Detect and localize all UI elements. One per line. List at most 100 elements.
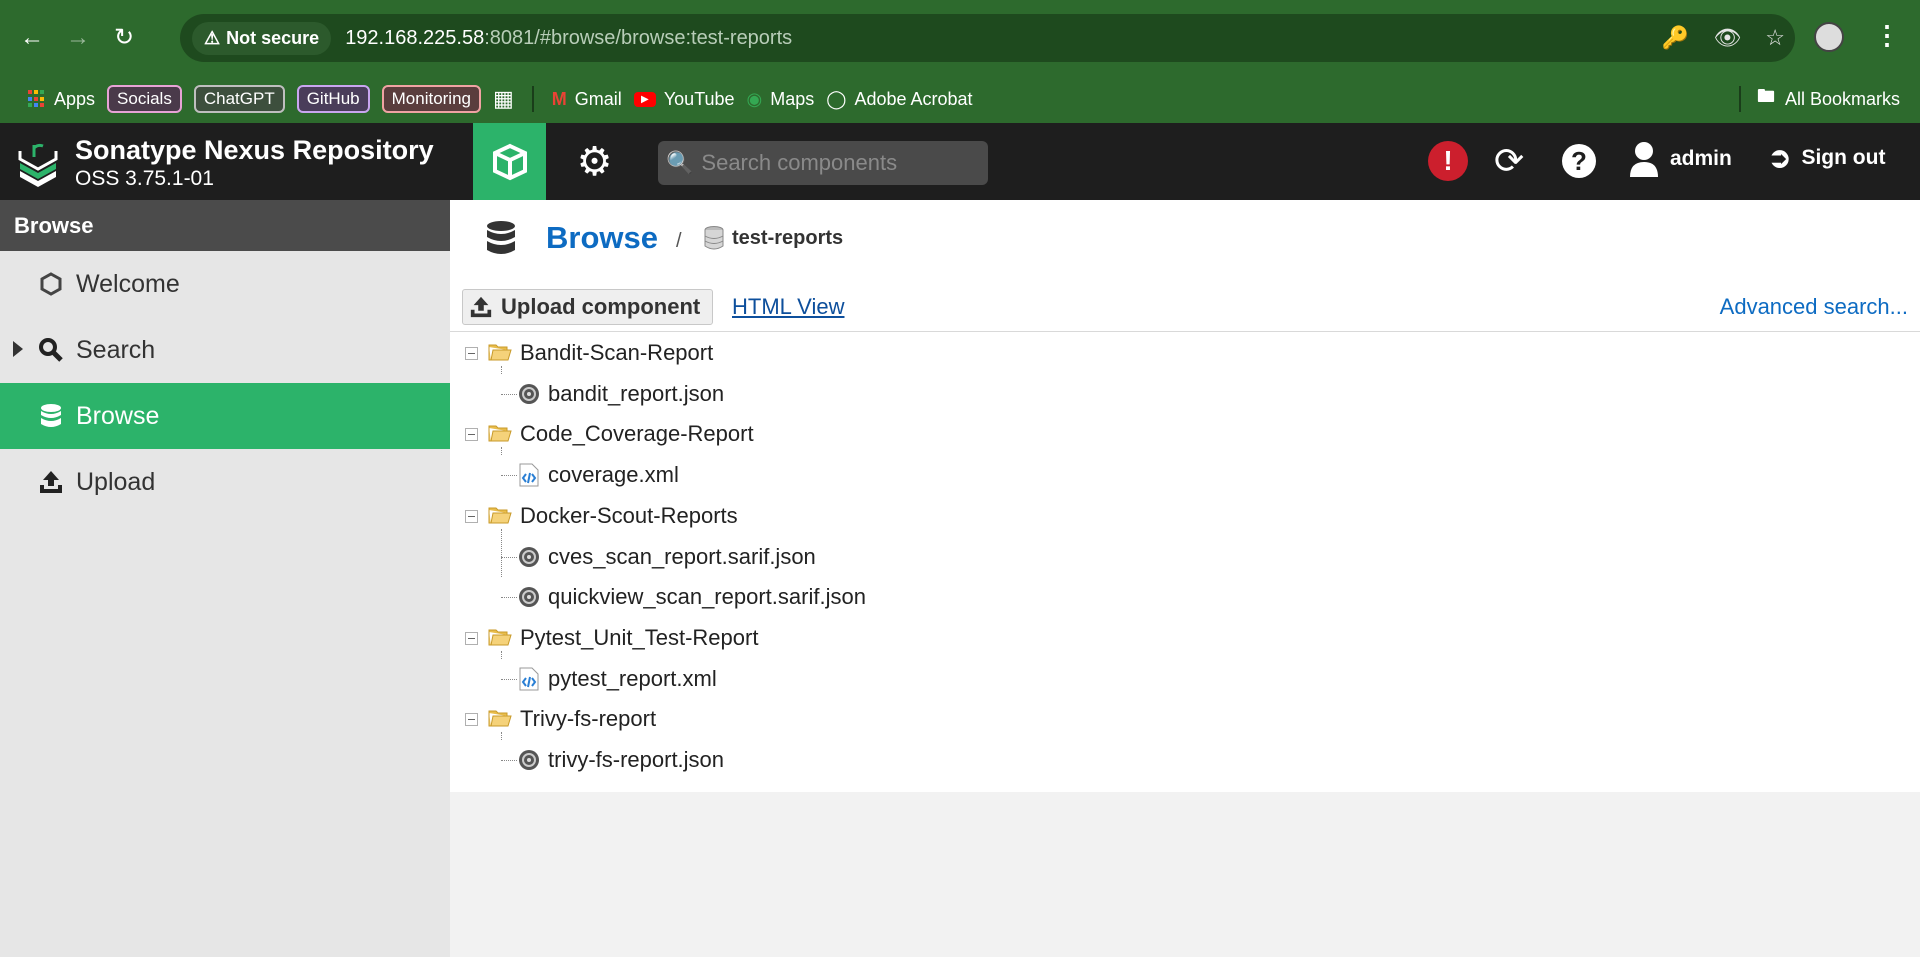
tree-file[interactable]: cves_scan_report.sarif.json	[518, 540, 816, 574]
xml-file-icon	[518, 667, 540, 691]
bookmark-label: GitHub	[306, 89, 360, 108]
security-chip[interactable]: ⚠ Not secure	[192, 21, 332, 55]
tree-file[interactable]: bandit_report.json	[518, 377, 724, 411]
expand-caret-icon[interactable]	[13, 341, 23, 357]
admin-mode-button[interactable]: ⚙	[558, 123, 631, 200]
browser-chrome: ← → ↻ ⚠ Not secure 192.168.225.58:8081/#…	[0, 0, 1920, 75]
sidebar-item-welcome[interactable]: Welcome	[0, 251, 450, 317]
bookmark-chatgpt[interactable]: ChatGPT	[193, 85, 285, 113]
empty-area	[450, 791, 1920, 957]
sign-out-label: Sign out	[1801, 145, 1886, 169]
sidebar-item-search[interactable]: Search	[0, 317, 450, 383]
json-file-icon	[518, 546, 540, 568]
help-icon[interactable]: ?	[1562, 144, 1596, 178]
main-panel: Browse / test-reports Upload component H…	[450, 200, 1920, 792]
all-bookmarks-label: All Bookmarks	[1784, 88, 1900, 109]
address-bar[interactable]: ⚠ Not secure 192.168.225.58:8081/#browse…	[180, 14, 1795, 62]
star-icon[interactable]: ☆	[1765, 25, 1785, 51]
sidebar-header: Browse	[0, 200, 450, 251]
bookmark-apps[interactable]: Apps	[28, 89, 95, 110]
search-icon: 🔍	[666, 150, 694, 175]
tree-folder[interactable]: Pytest_Unit_Test-Report	[488, 621, 758, 655]
bookmark-github[interactable]: GitHub	[296, 85, 370, 113]
database-icon	[38, 403, 64, 429]
sidebar-item-label: Browse	[76, 401, 160, 430]
sidebar-item-upload[interactable]: Upload	[0, 449, 450, 515]
tree-connector-line	[501, 650, 502, 659]
tree-file[interactable]: quickview_scan_report.sarif.json	[518, 580, 866, 614]
back-arrow-icon[interactable]: ←	[12, 18, 52, 58]
bookmark-label: Apps	[54, 88, 96, 109]
sign-out-button[interactable]: ➲ Sign out	[1768, 141, 1885, 174]
sidebar-item-label: Welcome	[76, 269, 180, 298]
bookmark-label: Gmail	[574, 88, 622, 109]
sidebar-item-label: Search	[76, 335, 156, 364]
bookmark-label: Maps	[770, 88, 815, 109]
refresh-icon[interactable]: ⟳	[1494, 141, 1524, 181]
bookmark-socials[interactable]: Socials	[107, 85, 182, 113]
collapse-toggle-icon[interactable]	[465, 509, 478, 523]
upload-component-button[interactable]: Upload component	[462, 289, 714, 325]
app-title: Sonatype Nexus Repository	[75, 135, 434, 165]
bookmark-youtube[interactable]: ▶ YouTube	[633, 89, 735, 110]
folder-icon: 🖿	[1756, 86, 1775, 106]
forward-arrow-icon[interactable]: →	[58, 18, 98, 58]
tree-connector-line	[501, 366, 502, 374]
url-path: :8081/#browse/browse:test-reports	[484, 26, 793, 49]
folder-label: Bandit-Scan-Report	[520, 340, 714, 365]
search-input[interactable]	[701, 150, 982, 176]
sidebar-item-browse[interactable]: Browse	[0, 383, 450, 449]
bookmark-monitoring[interactable]: Monitoring	[381, 85, 481, 113]
app-version: OSS 3.75.1-01	[75, 167, 214, 190]
maps-icon: ◉	[746, 88, 763, 109]
tab-groups-icon[interactable]: ▦	[493, 86, 514, 112]
url-text[interactable]: 192.168.225.58:8081/#browse/browse:test-…	[345, 27, 792, 50]
more-menu-icon[interactable]: ⋮	[1874, 20, 1900, 51]
collapse-toggle-icon[interactable]	[465, 713, 478, 727]
breadcrumb-browse-link[interactable]: Browse	[546, 220, 658, 256]
tree-connector-line	[501, 678, 517, 680]
bookmark-gmail[interactable]: M Gmail	[552, 89, 622, 110]
tree-folder[interactable]: Bandit-Scan-Report	[488, 336, 713, 370]
user-menu[interactable]: admin	[1628, 141, 1732, 177]
tree-connector-line	[501, 597, 517, 599]
browse-mode-button[interactable]	[473, 123, 546, 200]
tree-folder[interactable]: Code_Coverage-Report	[488, 417, 754, 451]
bookmark-label: ChatGPT	[203, 89, 275, 108]
nexus-header: Sonatype Nexus Repository OSS 3.75.1-01 …	[0, 123, 1920, 200]
advanced-search-link[interactable]: Advanced search...	[1720, 294, 1908, 320]
collapse-toggle-icon[interactable]	[465, 631, 478, 645]
bookmark-maps[interactable]: ◉ Maps	[747, 89, 815, 110]
tree-file[interactable]: pytest_report.xml	[518, 662, 717, 696]
tree-folder[interactable]: Trivy-fs-report	[488, 702, 656, 736]
database-icon	[487, 221, 515, 254]
html-view-link[interactable]: HTML View	[732, 294, 844, 320]
reload-icon[interactable]: ↻	[104, 18, 144, 58]
eye-off-icon[interactable]: 👁	[1713, 25, 1741, 51]
profile-avatar[interactable]	[1814, 22, 1844, 52]
bookmark-adobe-acrobat[interactable]: ◯ Adobe Acrobat	[826, 89, 972, 110]
folder-label: Docker-Scout-Reports	[520, 502, 738, 528]
tree-folder[interactable]: Docker-Scout-Reports	[488, 499, 738, 533]
tree-connector-line	[501, 528, 502, 578]
collapse-toggle-icon[interactable]	[465, 347, 478, 360]
gmail-icon: M	[551, 88, 567, 109]
tree-file[interactable]: trivy-fs-report.json	[518, 743, 724, 777]
all-bookmarks[interactable]: 🖿 All Bookmarks	[1733, 75, 1900, 123]
folder-label: Pytest_Unit_Test-Report	[520, 624, 759, 650]
sidebar-item-label: Upload	[76, 467, 156, 496]
collapse-toggle-icon[interactable]	[465, 428, 478, 442]
repository-icon	[704, 226, 724, 250]
file-label: cves_scan_report.sarif.json	[548, 543, 816, 569]
component-search[interactable]: 🔍	[658, 141, 988, 185]
folder-label: Code_Coverage-Report	[520, 421, 754, 447]
folder-open-icon	[488, 507, 512, 525]
bookmark-label: Socials	[117, 89, 172, 108]
tree-connector-line	[501, 475, 517, 477]
folder-label: Trivy-fs-report	[520, 706, 657, 732]
tree-file[interactable]: coverage.xml	[518, 458, 679, 492]
key-icon[interactable]: 🔑	[1662, 25, 1689, 51]
cube-icon	[492, 143, 527, 180]
file-label: bandit_report.json	[548, 380, 725, 406]
alert-icon[interactable]: !	[1428, 141, 1468, 181]
